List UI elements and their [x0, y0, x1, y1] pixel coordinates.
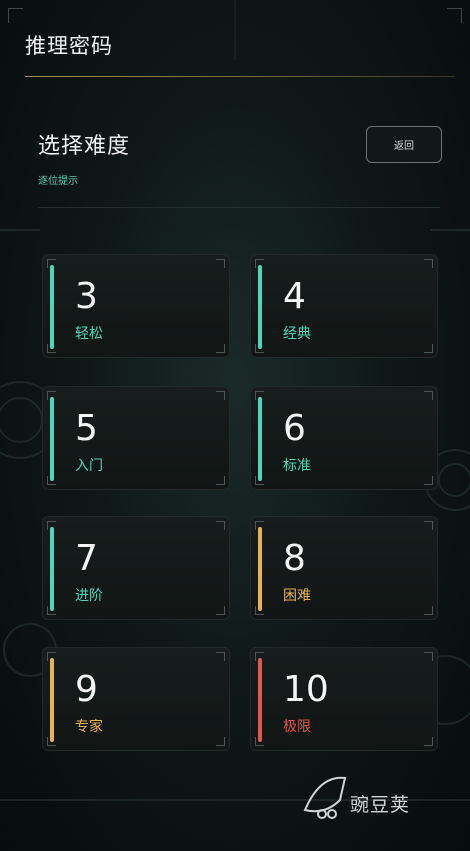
section-title: 选择难度 — [38, 134, 131, 159]
card-corner — [424, 606, 433, 615]
difficulty-number: 6 — [283, 408, 306, 449]
difficulty-card-7[interactable]: 7 进阶 — [42, 516, 230, 620]
title-divider — [25, 76, 455, 77]
difficulty-accent-bar — [258, 658, 262, 742]
difficulty-accent-bar — [258, 397, 262, 481]
card-corner — [424, 737, 433, 746]
back-button[interactable]: 返回 — [366, 126, 442, 163]
difficulty-number: 10 — [283, 669, 329, 710]
card-corner — [255, 344, 264, 353]
card-corner — [424, 259, 433, 268]
card-corner — [255, 737, 264, 746]
card-corner — [216, 344, 225, 353]
card-corner — [216, 606, 225, 615]
card-corner — [216, 521, 225, 530]
page-title: 推理密码 — [25, 34, 113, 58]
difficulty-label: 极限 — [283, 719, 311, 735]
card-corner — [47, 344, 56, 353]
difficulty-accent-bar — [50, 658, 54, 742]
difficulty-card-3[interactable]: 3 轻松 — [42, 254, 230, 358]
difficulty-number: 7 — [75, 538, 98, 579]
card-corner — [424, 652, 433, 661]
difficulty-label: 入门 — [75, 458, 103, 474]
card-corner — [216, 391, 225, 400]
card-corner — [255, 521, 264, 530]
card-corner — [47, 652, 56, 661]
card-corner — [424, 344, 433, 353]
difficulty-label: 标准 — [283, 458, 311, 474]
difficulty-label: 经典 — [283, 326, 311, 342]
card-corner — [47, 737, 56, 746]
card-corner — [424, 391, 433, 400]
difficulty-card-10[interactable]: 10 极限 — [250, 647, 438, 751]
section-divider — [38, 207, 440, 208]
card-corner — [47, 259, 56, 268]
difficulty-card-8[interactable]: 8 困难 — [250, 516, 438, 620]
card-corner — [424, 476, 433, 485]
difficulty-number: 9 — [75, 669, 98, 710]
card-corner — [255, 259, 264, 268]
difficulty-number: 4 — [283, 276, 306, 317]
difficulty-number: 5 — [75, 408, 98, 449]
header: 推理密码 — [0, 0, 470, 80]
card-corner — [216, 737, 225, 746]
difficulty-card-6[interactable]: 6 标准 — [250, 386, 438, 490]
card-corner — [47, 391, 56, 400]
difficulty-accent-bar — [50, 265, 54, 349]
difficulty-accent-bar — [258, 265, 262, 349]
card-corner — [424, 521, 433, 530]
difficulty-card-4[interactable]: 4 经典 — [250, 254, 438, 358]
difficulty-number: 8 — [283, 538, 306, 579]
difficulty-accent-bar — [50, 397, 54, 481]
card-corner — [255, 652, 264, 661]
card-corner — [47, 476, 56, 485]
watermark-text: 豌豆荚 — [350, 794, 411, 816]
card-corner — [255, 391, 264, 400]
difficulty-card-5[interactable]: 5 入门 — [42, 386, 230, 490]
card-corner — [255, 476, 264, 485]
card-corner — [216, 476, 225, 485]
hint-link[interactable]: 逐位提示 — [38, 172, 78, 187]
difficulty-label: 轻松 — [75, 326, 103, 342]
card-corner — [216, 259, 225, 268]
difficulty-accent-bar — [50, 527, 54, 611]
difficulty-accent-bar — [258, 527, 262, 611]
difficulty-label: 专家 — [75, 719, 103, 735]
card-corner — [47, 521, 56, 530]
card-corner — [47, 606, 56, 615]
card-corner — [216, 652, 225, 661]
difficulty-label: 困难 — [283, 588, 311, 604]
difficulty-label: 进阶 — [75, 588, 103, 604]
difficulty-number: 3 — [75, 276, 98, 317]
difficulty-card-9[interactable]: 9 专家 — [42, 647, 230, 751]
card-corner — [255, 606, 264, 615]
